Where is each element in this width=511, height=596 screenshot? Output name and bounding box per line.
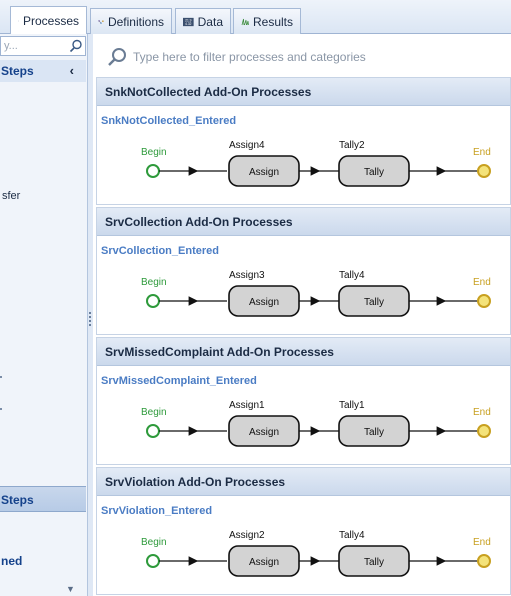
step-name: Tally2 [339,140,365,151]
step-label: Tally [364,167,384,178]
list-tick [0,376,2,378]
step-label: Assign [249,427,279,438]
results-icon [241,18,249,25]
process-category-section: SrvCollection Add-On Processes SrvCollect… [96,207,511,335]
begin-node[interactable] [146,554,160,568]
search-icon[interactable] [69,39,83,53]
step-name: Assign1 [229,400,265,411]
begin-node[interactable] [146,424,160,438]
end-node[interactable] [477,554,491,568]
processes-icon [18,20,19,21]
collapse-chevron-icon[interactable]: ‹ [70,63,74,78]
end-node[interactable] [477,164,491,178]
begin-node[interactable] [146,164,160,178]
tab-results[interactable]: Results [233,8,301,34]
begin-label: Begin [141,147,167,158]
step-name: Tally1 [339,400,365,411]
data-icon: 21.9 4.32 [183,17,194,26]
step-label: Assign [249,297,279,308]
svg-text:4.32: 4.32 [185,22,192,26]
step-label: Tally [364,557,384,568]
steps-header-label: Steps [1,64,34,78]
grip-dot [89,324,91,326]
step-name: Assign3 [229,270,265,281]
process-flow-diagram: Begin Assign1 Assign Tally1 Tally End [141,400,491,447]
step-name: Assign4 [229,140,265,151]
list-tick [0,408,2,410]
footer-partial-label[interactable]: ned [1,554,22,568]
begin-label: Begin [141,537,167,548]
definitions-icon [98,19,104,24]
step-label: Assign [249,167,279,178]
steps-footer-bar[interactable]: Steps [0,486,86,512]
steps-footer-label: Steps [1,493,34,507]
tab-label: Data [197,14,223,29]
process-category-section: SnkNotCollected Add-On Processes SnkNotCo… [96,77,511,205]
step-name: Tally4 [339,530,365,541]
filter-placeholder: Type here to filter processes and catego… [133,50,366,64]
end-label: End [473,147,491,158]
step-label: Assign [249,557,279,568]
begin-node[interactable] [146,294,160,308]
grip-dot [89,316,91,318]
end-node[interactable] [477,294,491,308]
tab-label: Processes [22,13,79,28]
tab-label: Results [252,14,293,29]
end-label: End [473,537,491,548]
process-category-section: SrvMissedComplaint Add-On Processes SrvMi… [96,337,511,465]
search-placeholder: y... [4,40,18,52]
begin-label: Begin [141,407,167,418]
end-label: End [473,407,491,418]
process-filter-input[interactable]: Type here to filter processes and catego… [103,44,503,70]
step-item-partial[interactable]: sfer [2,190,20,202]
steps-panel: y... Steps ‹ sfer Steps ned ▼ [0,34,88,596]
processes-view: Type here to filter processes and catego… [93,34,511,596]
step-name: Tally4 [339,270,365,281]
end-label: End [473,277,491,288]
tab-label: Definitions [107,14,164,29]
end-node[interactable] [477,424,491,438]
process-flow-diagram: Begin Assign2 Assign Tally4 Tally End [141,530,491,577]
begin-label: Begin [141,277,167,288]
steps-search-input[interactable]: y... [0,36,86,56]
process-category-section: SrvViolation Add-On Processes SrvViolatio… [96,467,511,595]
search-icon [108,48,126,66]
process-flow-diagram: Begin Assign4 Assign Tally2 Tally End [141,140,491,187]
tab-definitions[interactable]: Definitions [90,8,172,34]
tab-data[interactable]: 21.9 4.32 Data [175,8,231,34]
step-label: Tally [364,427,384,438]
steps-header[interactable]: Steps ‹ [0,60,86,82]
tab-processes[interactable]: Processes [10,6,87,34]
step-name: Assign2 [229,530,265,541]
tab-strip: Processes Definitions 21.9 4.32 Data Res… [0,0,511,34]
process-flow-diagram: Begin Assign3 Assign Tally4 Tally End [141,270,491,317]
step-label: Tally [364,297,384,308]
grip-dot [89,320,91,322]
scroll-down-icon[interactable]: ▼ [66,584,75,594]
grip-dot [89,312,91,314]
